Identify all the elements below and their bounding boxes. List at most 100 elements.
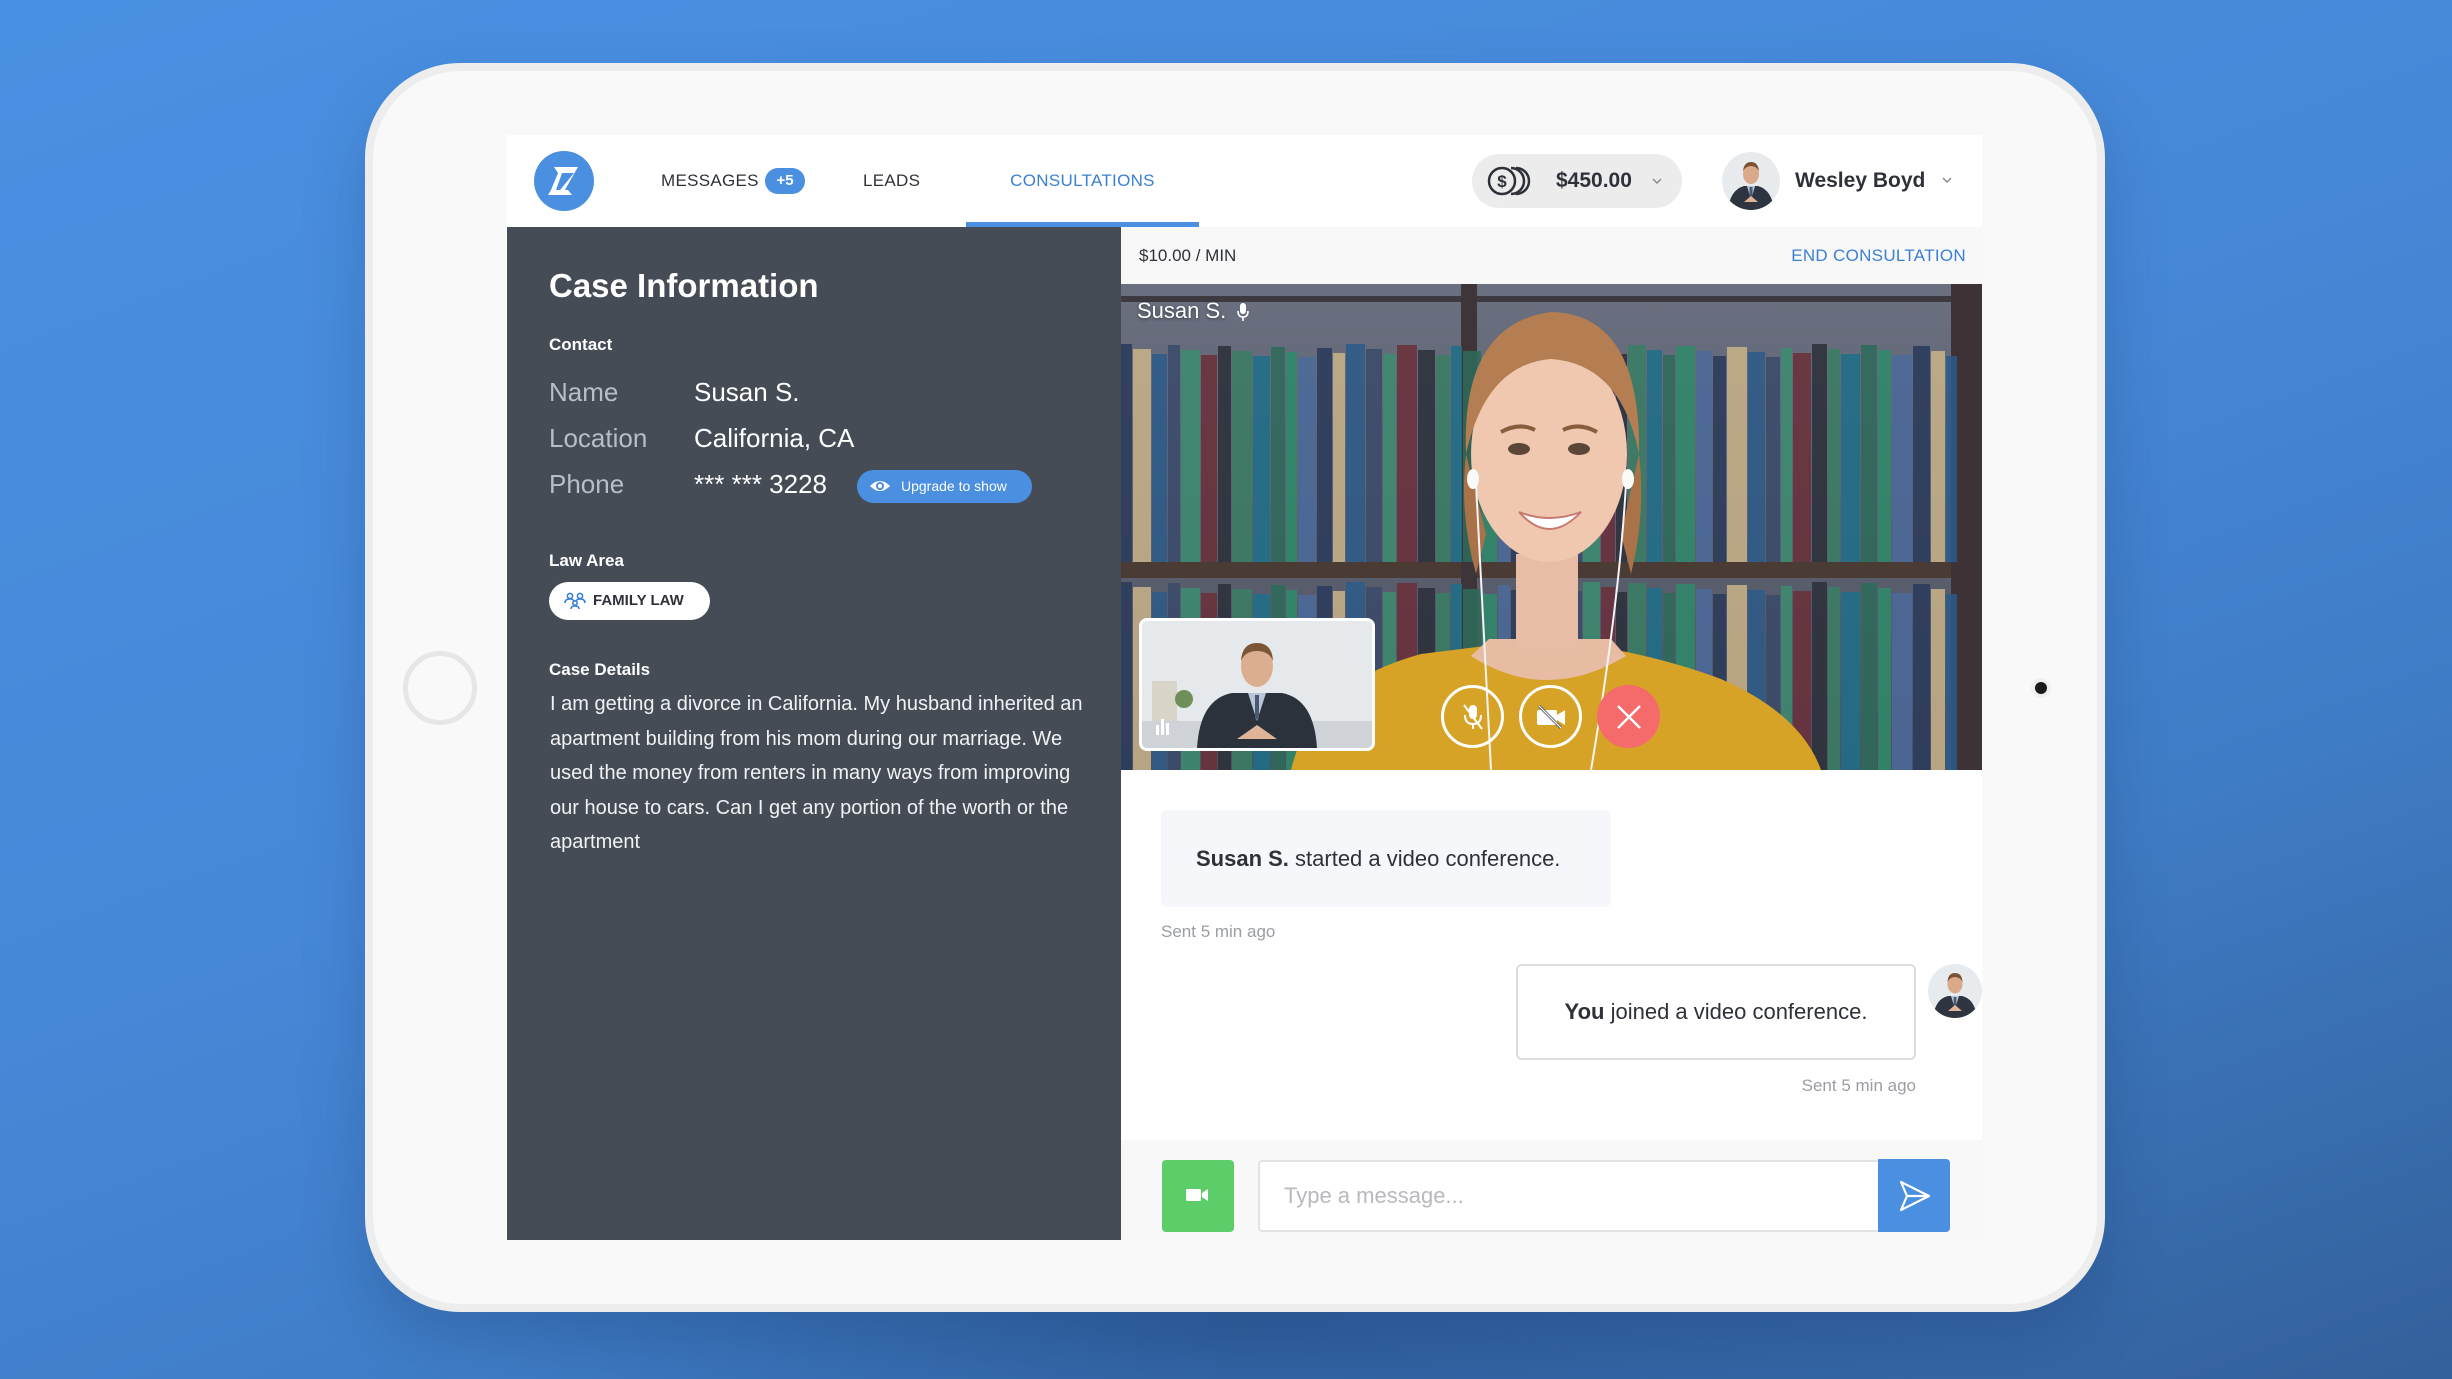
- disable-camera-button[interactable]: [1519, 685, 1582, 748]
- book-spine: [1812, 582, 1827, 770]
- book-spine: [1232, 351, 1252, 562]
- chevron-down-icon: [1942, 177, 1952, 183]
- tablet-home-button: [403, 651, 477, 725]
- book-spine: [1366, 349, 1382, 562]
- case-information-panel: Case Information Contact Name Susan S. L…: [507, 227, 1121, 1240]
- app-logo[interactable]: [534, 151, 594, 211]
- tab-messages[interactable]: MESSAGES: [661, 135, 759, 227]
- user-name: Wesley Boyd: [1795, 169, 1926, 192]
- close-icon: [1616, 704, 1641, 729]
- book-spine: [1271, 347, 1285, 562]
- end-call-button[interactable]: [1597, 685, 1660, 748]
- top-nav: MESSAGES +5 LEADS CONSULTATIONS $ $450.0…: [507, 135, 1982, 227]
- tab-consultations[interactable]: CONSULTATIONS: [966, 135, 1199, 227]
- chat-message-incoming: Susan S. started a video conference.: [1161, 810, 1611, 907]
- message-timestamp: Sent 5 min ago: [1161, 922, 1276, 941]
- microphone-off-icon: [1462, 703, 1483, 730]
- book-spine: [1812, 344, 1827, 562]
- book-spine: [1696, 351, 1712, 562]
- book-spine: [1121, 582, 1132, 770]
- book-spine: [1727, 347, 1747, 562]
- app-screen: MESSAGES +5 LEADS CONSULTATIONS $ $450.0…: [507, 135, 1982, 1240]
- book-spine: [1298, 357, 1316, 562]
- messages-count-badge: +5: [765, 168, 805, 194]
- book-spine: [1346, 344, 1365, 562]
- chevron-down-icon: [1652, 178, 1662, 184]
- book-spine: [1647, 350, 1662, 562]
- send-message-button[interactable]: [1878, 1159, 1950, 1232]
- message-sender: Susan S.: [1196, 846, 1289, 871]
- book-spine: [1418, 350, 1435, 562]
- book-spine: [1748, 352, 1765, 562]
- book-spine: [1451, 346, 1462, 562]
- book-spine: [1253, 356, 1270, 562]
- book-spine: [1397, 345, 1417, 562]
- law-area-value: FAMILY LAW: [593, 592, 684, 609]
- tab-leads[interactable]: LEADS: [863, 135, 920, 227]
- camera-off-icon: [1536, 704, 1565, 729]
- case-title: Case Information: [549, 267, 819, 304]
- book-spine: [1946, 594, 1957, 770]
- microphone-icon: [1237, 303, 1249, 321]
- location-label: Location: [549, 423, 648, 453]
- self-video-feed: [1142, 621, 1372, 748]
- self-video-preview[interactable]: [1139, 618, 1375, 751]
- book-spine: [1383, 354, 1396, 562]
- book-spine: [1793, 353, 1811, 562]
- book-spine: [1841, 592, 1860, 770]
- tablet-camera: [2035, 682, 2047, 694]
- book-spine: [1133, 349, 1151, 562]
- book-spine: [1168, 345, 1180, 562]
- video-camera-icon: [1186, 1189, 1208, 1201]
- message-input[interactable]: [1258, 1160, 1878, 1232]
- law-area-label: Law Area: [549, 551, 624, 570]
- send-icon: [1899, 1180, 1931, 1212]
- upgrade-to-show-button[interactable]: Upgrade to show: [857, 470, 1032, 503]
- book-spine: [1913, 584, 1930, 770]
- book-spine: [1766, 357, 1780, 562]
- message-composer: [1121, 1140, 1982, 1240]
- location-value: California, CA: [694, 423, 855, 453]
- message-text: joined a video conference.: [1604, 999, 1868, 1024]
- book-spine: [1713, 356, 1726, 562]
- consultation-bar: $10.00 / MIN END CONSULTATION: [1121, 227, 1982, 284]
- chat-message-outgoing: You joined a video conference.: [1516, 964, 1916, 1060]
- start-video-call-button[interactable]: [1162, 1160, 1234, 1232]
- message-text: started a video conference.: [1288, 846, 1561, 871]
- book-spine: [1201, 355, 1217, 562]
- book-spine: [1931, 351, 1945, 562]
- svg-text:$: $: [1497, 172, 1507, 191]
- phone-label: Phone: [549, 469, 625, 499]
- case-details-text: I am getting a divorce in California. My…: [550, 693, 1083, 853]
- book-spine: [1781, 348, 1792, 562]
- consultation-rate: $10.00 / MIN: [1139, 246, 1237, 265]
- book-spine: [1931, 589, 1945, 770]
- remote-participant-name: Susan S.: [1137, 298, 1227, 323]
- book-spine: [1878, 588, 1891, 770]
- book-spine: [1121, 344, 1132, 562]
- message-timestamp: Sent 5 min ago: [1801, 1076, 1916, 1095]
- law-area-chip[interactable]: FAMILY LAW: [549, 582, 710, 620]
- chat-thread: Susan S. started a video conference. Sen…: [1121, 770, 1982, 1140]
- book-spine: [1913, 346, 1930, 562]
- book-spine: [1828, 587, 1840, 770]
- book-spine: [1861, 345, 1877, 562]
- book-spine: [1878, 350, 1891, 562]
- end-consultation-button[interactable]: END CONSULTATION: [1791, 227, 1966, 284]
- coins-icon: $: [1487, 166, 1531, 196]
- book-spine: [1892, 355, 1912, 562]
- wallet-amount: $450.00: [1556, 169, 1632, 192]
- video-call-view: Susan S.: [1121, 284, 1982, 770]
- name-label: Name: [549, 377, 619, 407]
- case-details-label: Case Details: [549, 660, 651, 679]
- book-spine: [1181, 350, 1200, 562]
- audio-level-icon: [1156, 719, 1169, 735]
- eye-icon: [870, 481, 890, 491]
- book-spine: [1436, 355, 1450, 562]
- wallet-balance-dropdown[interactable]: $ $450.00: [1472, 154, 1682, 208]
- name-value: Susan S.: [694, 377, 800, 407]
- phone-value: *** *** 3228: [694, 469, 827, 499]
- message-sender: You: [1564, 999, 1605, 1024]
- contact-label: Contact: [549, 335, 613, 354]
- mute-microphone-button[interactable]: [1441, 685, 1504, 748]
